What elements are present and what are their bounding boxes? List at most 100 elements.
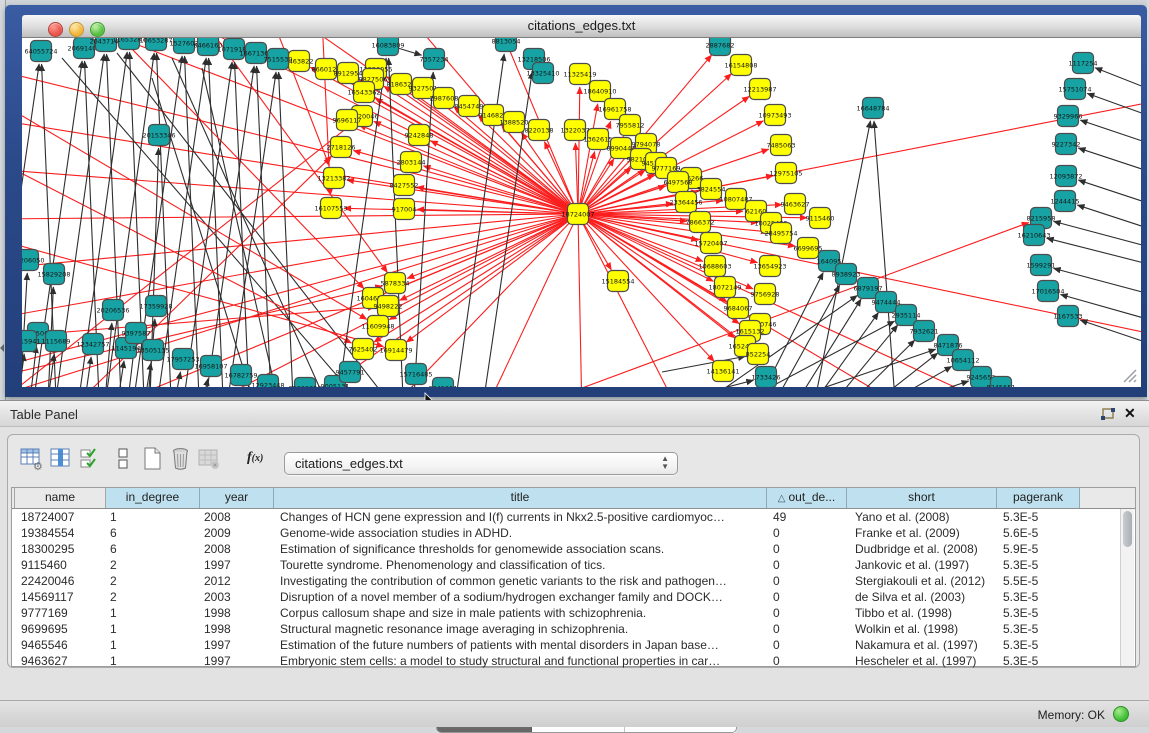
table-row[interactable]: 946554611997Estimation of the future num… — [12, 637, 1135, 653]
cell-title: Disruption of a novel member of a sodium… — [274, 589, 767, 605]
show-columns-icon[interactable] — [49, 447, 73, 471]
column-header-pagerank[interactable]: pagerank — [997, 488, 1080, 508]
cell-name: 9115460 — [15, 557, 106, 573]
cell-pagerank: 5.6E-5 — [997, 525, 1080, 541]
column-header-year[interactable]: year — [200, 488, 274, 508]
cell-short: Tibbo et al. (1998) — [847, 605, 997, 621]
cell-out_de: 49 — [767, 509, 847, 525]
scrollbar-thumb[interactable] — [1123, 511, 1132, 547]
node-label: 18072149 — [708, 284, 741, 292]
node-label: 8215958 — [1027, 215, 1056, 223]
cell-year: 1998 — [200, 621, 274, 637]
node-label: 9794078 — [632, 141, 661, 149]
delete-table-icon-disabled — [197, 447, 221, 471]
table-row[interactable]: 1830029562008Estimation of significance … — [12, 541, 1135, 557]
cell-out_de: 0 — [767, 541, 847, 557]
cell-pagerank: 5.3E-5 — [997, 605, 1080, 621]
node-label: 8245651 — [987, 384, 1016, 388]
cell-year: 2012 — [200, 573, 274, 589]
column-header-in_degree[interactable]: in_degree — [106, 488, 200, 508]
node-label: 8220138 — [525, 127, 554, 135]
cell-name: 9465546 — [15, 637, 106, 653]
row-height-icon[interactable] — [112, 447, 136, 471]
column-header-name[interactable]: name — [15, 488, 106, 508]
network-canvas-svg: 1872400774638228660125891295413226055982… — [22, 38, 1141, 387]
cell-in_degree: 1 — [106, 509, 200, 525]
cell-short: de Silva et al. (2003) — [847, 589, 997, 605]
cell-pagerank: 5.3E-5 — [997, 653, 1080, 669]
float-panel-icon[interactable] — [1100, 408, 1116, 422]
cell-name: 14569117 — [15, 589, 106, 605]
cell-in_degree: 2 — [106, 589, 200, 605]
node-label: 2935114 — [892, 312, 921, 320]
cell-in_degree: 1 — [106, 637, 200, 653]
node-label: 18640910 — [583, 88, 616, 96]
table-row[interactable]: 1456911722003Disruption of a novel membe… — [12, 589, 1135, 605]
collapse-left-panel-arrow[interactable] — [0, 344, 4, 352]
network-view-area: citations_edges.txt 18724007746382286601… — [0, 0, 1149, 400]
node-label: 9005131 — [321, 383, 350, 388]
column-header-short[interactable]: short — [847, 488, 997, 508]
node-label: 3915941 — [22, 338, 40, 346]
cell-short: Hescheler et al. (1997) — [847, 653, 997, 669]
cell-short: Franke et al. (2009) — [847, 525, 997, 541]
table-vertical-scrollbar[interactable] — [1120, 509, 1134, 666]
node-label: 16107553 — [314, 205, 347, 213]
table-row[interactable]: 969969511998Structural magnetic resonanc… — [12, 621, 1135, 637]
node-label: 12093872 — [1049, 173, 1082, 181]
node-label: 8938923 — [832, 271, 861, 279]
create-column-icon[interactable] — [141, 447, 165, 471]
node-label: 25206050 — [22, 257, 45, 265]
cell-title: Estimation of significance thresholds fo… — [274, 541, 767, 557]
node-label: 12342757 — [76, 341, 109, 349]
status-bar: Memory: OK — [0, 700, 1149, 727]
cell-title: Investigating the contribution of common… — [274, 573, 767, 589]
network-window-titlebar[interactable]: citations_edges.txt — [22, 15, 1141, 38]
select-columns-icon[interactable] — [79, 447, 103, 471]
cell-in_degree: 6 — [106, 541, 200, 557]
node-label: 7932621 — [910, 328, 939, 336]
cell-out_de: 0 — [767, 557, 847, 573]
table-row[interactable]: 911546021997Tourette syndrome. Phenomeno… — [12, 557, 1135, 573]
node-label: 13505135 — [136, 347, 169, 355]
node-label: 1322037 — [561, 127, 590, 135]
node-label: 14136141 — [706, 368, 739, 376]
table-row[interactable]: 2242004622012Investigating the contribut… — [12, 573, 1135, 589]
node-label: 15829208 — [37, 271, 70, 279]
node-label: 7625402 — [349, 346, 378, 354]
table-selector-dropdown[interactable]: citations_edges.txt ▲▼ — [284, 452, 678, 475]
node-label: 9474444 — [872, 299, 901, 307]
table-row[interactable]: 977716911998Corpus callosum shape and si… — [12, 605, 1135, 621]
node-label: 10688603 — [698, 263, 731, 271]
cell-pagerank: 5.3E-5 — [997, 589, 1080, 605]
node-label: 12213987 — [743, 86, 776, 94]
node-label: 8454749 — [455, 103, 484, 111]
delete-column-icon[interactable] — [169, 447, 193, 471]
node-label: 8471876 — [934, 342, 963, 350]
cell-pagerank: 5.3E-5 — [997, 557, 1080, 573]
network-canvas[interactable]: 1872400774638228660125891295413226055982… — [22, 38, 1141, 387]
node-label: 9457791 — [336, 369, 365, 377]
cell-name: 9777169 — [15, 605, 106, 621]
node-label: 15184554 — [601, 278, 634, 286]
cell-pagerank: 5.5E-5 — [997, 573, 1080, 589]
node-label: 2987608 — [430, 95, 459, 103]
cell-in_degree: 1 — [106, 621, 200, 637]
column-header-title[interactable]: title — [274, 488, 767, 508]
table-row[interactable]: 946362711997Embryonic stem cells: a mode… — [12, 653, 1135, 669]
node-label: 1115689 — [42, 338, 71, 346]
node-label: 6699695 — [794, 245, 823, 253]
window-resize-grip-icon[interactable] — [1120, 366, 1138, 384]
table-row[interactable]: 1872400712008Changes of HCN gene express… — [12, 509, 1135, 525]
function-builder-icon[interactable]: f(x) — [247, 450, 263, 466]
column-header-out_de[interactable]: △out_de... — [767, 488, 847, 508]
close-panel-icon[interactable]: ✕ — [1124, 405, 1136, 422]
cell-year: 1998 — [200, 605, 274, 621]
table-mode-icon[interactable]: ⚙ — [19, 447, 43, 471]
node-label: 7866372 — [686, 219, 715, 227]
node-label: 9245051 — [429, 385, 458, 388]
table-row[interactable]: 1938455462009Genome-wide association stu… — [12, 525, 1135, 541]
memory-status-icon[interactable] — [1113, 706, 1129, 722]
node-label: 10973493 — [758, 112, 791, 120]
cell-year: 2009 — [200, 525, 274, 541]
